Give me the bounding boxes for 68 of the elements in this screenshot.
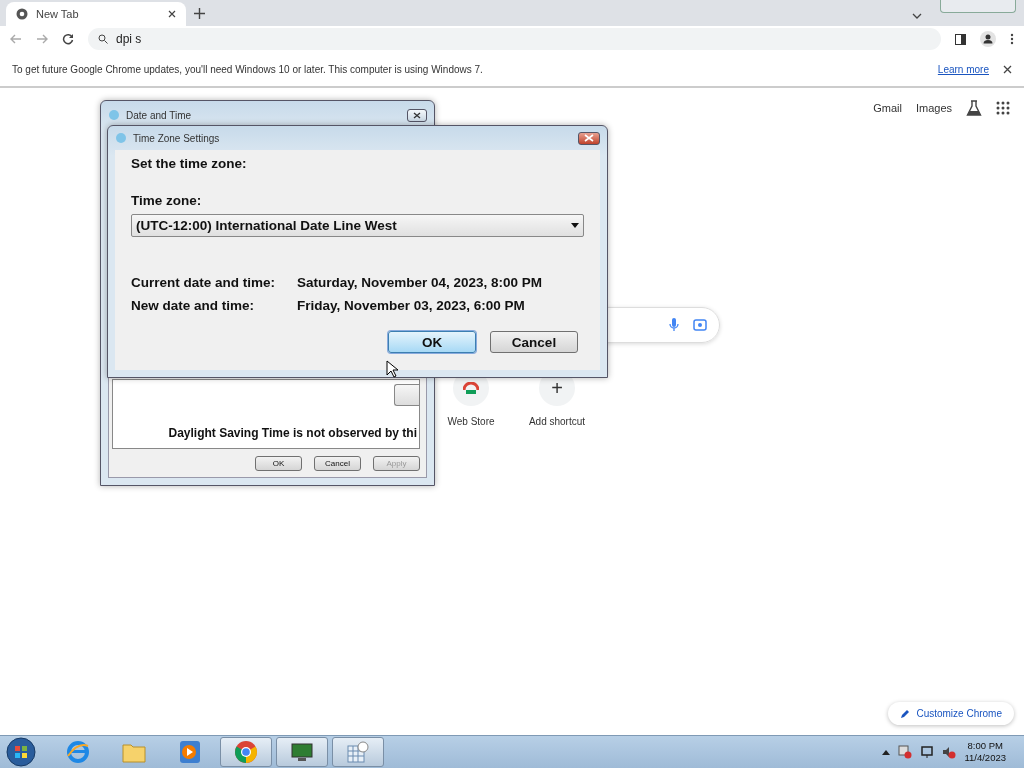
start-button[interactable] [4,737,38,767]
clock-icon [115,132,127,144]
menu-icon[interactable] [1010,33,1014,45]
header-link[interactable]: Images [915,102,952,114]
tab-title: New Tab [36,8,80,20]
clock-icon [108,109,120,121]
side-panel-icon[interactable] [955,33,966,45]
close-icon[interactable] [168,10,176,18]
chrome-icon [16,8,28,20]
customize-chrome-button[interactable]: Customize Chrome [888,702,1014,725]
header-link[interactable]: Gmail [873,102,902,114]
dialog-heading: Set the time zone: [131,156,248,171]
address-bar[interactable]: dpi s [88,28,941,50]
update-message: To get future Google Chrome updates, you'll need Windows 10 or later. This computer is using Windows 7. [12,63,484,75]
close-button[interactable] [407,108,427,122]
mouse-pointer-icon [386,360,398,378]
display-icon[interactable] [920,745,935,759]
taskbar-button[interactable] [220,737,272,767]
dialog-button[interactable]: Cancel [314,456,361,471]
clock-date: 11/4/2023 [964,752,1006,765]
clock-time: 8:00 PM [967,739,1003,752]
dialog-button[interactable]: Cancel [490,331,578,353]
new-tab-icon[interactable] [194,8,205,19]
shortcut-label[interactable]: Web Store [447,416,495,427]
calendar-clock-icon [346,740,370,764]
taskbar-button[interactable] [332,737,384,767]
clock[interactable]: 8:00 PM 11/4/2023 [964,739,1006,765]
dialog-button[interactable]: OK [255,456,302,471]
browser-e-icon [66,740,90,764]
close-icon [584,134,594,142]
learn-more-link[interactable]: Learn more [937,63,989,75]
tray-arrow-icon[interactable] [882,749,891,755]
search-icon [98,34,108,44]
chrome-icon [234,740,258,764]
network-error-icon[interactable] [898,745,913,759]
pencil-icon [900,708,911,719]
speaker-muted-icon[interactable] [942,745,957,759]
monitor-icon [290,741,314,763]
address-text: dpi s [116,32,142,46]
window-title: Date and Time [126,109,193,121]
row-label: New date and time: [131,298,256,313]
dialog-button[interactable]: OK [388,331,476,353]
shortcut-label[interactable]: Add shortcut [528,416,586,427]
taskbar-button[interactable] [276,737,328,767]
dialog-title: Time Zone Settings [133,132,221,144]
flask-icon[interactable] [966,100,982,116]
close-icon[interactable] [1003,64,1012,74]
close-button[interactable] [578,131,600,145]
row-value: Friday, November 03, 2023, 6:00 PM [297,298,526,313]
media-player-icon [179,740,201,764]
caret-icon [571,223,579,228]
row-label: Current date and time: [131,275,277,290]
chevron-down-icon[interactable] [912,12,922,20]
change-button[interactable] [394,384,419,406]
reload-icon[interactable] [62,33,74,45]
apps-grid-icon[interactable] [996,101,1010,115]
time-zone-dropdown[interactable]: (UTC-12:00) International Date Line West [131,214,584,237]
dropdown-value: (UTC-12:00) International Date Line West [136,218,397,233]
dst-note: Daylight Saving Time is not observed by thi [168,426,418,440]
camera-icon[interactable] [693,318,707,332]
store-icon [463,382,479,394]
row-value: Saturday, November 04, 2023, 8:00 PM [297,275,544,290]
field-label: Time zone: [131,193,203,208]
folder-icon [122,741,146,763]
microphone-icon[interactable] [669,318,679,332]
profile-icon[interactable] [980,31,996,47]
browser-tab[interactable]: New Tab [6,2,186,26]
close-icon [413,111,421,119]
